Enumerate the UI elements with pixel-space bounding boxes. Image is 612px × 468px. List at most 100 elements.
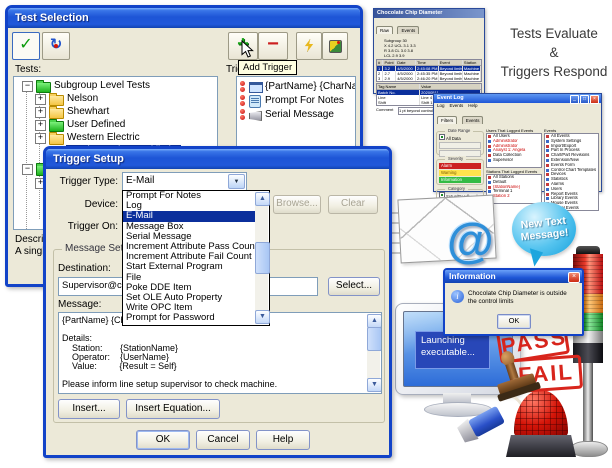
notes-icon	[249, 95, 261, 108]
trigger-setup-titlebar[interactable]: Trigger Setup	[46, 149, 389, 169]
expand-icon[interactable]: +	[35, 94, 46, 105]
trigger-list-item[interactable]: {PartName} {CharName} is	[239, 81, 353, 94]
cancel-button[interactable]: Cancel	[196, 430, 250, 450]
tests-label: Tests:	[15, 64, 41, 75]
dropdown-option[interactable]: Serial Message	[123, 232, 256, 242]
scroll-up-icon[interactable]: ▲	[255, 192, 270, 206]
information-message: Chocolate Chip Diameter is outside the c…	[468, 290, 576, 305]
severity-option[interactable]: Alarm	[439, 163, 481, 169]
dropdown-option[interactable]: Increment Attribute Fail Count	[123, 252, 256, 262]
expand-icon[interactable]: +	[35, 107, 46, 118]
chip-comment-label: Comment	[376, 107, 398, 115]
dropdown-option[interactable]: Set OLE Auto Property	[123, 293, 256, 303]
caption-line: Tests Evaluate	[497, 24, 611, 43]
tree-node-root[interactable]: − Subgroup Level Tests	[14, 80, 214, 93]
dropdown-option[interactable]: Write OPC Item	[123, 303, 256, 313]
severity-option[interactable]: Warning	[439, 170, 481, 176]
stoplight-icon	[239, 109, 246, 121]
dropdown-scrollbar[interactable]: ▲ ▼	[255, 192, 268, 324]
help-button[interactable]: Help	[256, 430, 310, 450]
trigger-type-dropdown: Prompt For NotesLogE-MailMessage BoxSeri…	[122, 190, 270, 326]
serial-plug-icon	[249, 111, 262, 121]
chip-diameter-window: Chocolate Chip Diameter Raw Events Subgr…	[373, 8, 485, 94]
severity-option[interactable]: Information	[439, 177, 481, 183]
refresh-tests-button[interactable]: ↻	[42, 32, 70, 60]
trigger-list-item[interactable]: Serial Message	[239, 109, 353, 122]
scroll-down-icon[interactable]: ▼	[367, 378, 382, 392]
scroll-down-icon[interactable]: ▼	[255, 310, 270, 324]
expand-icon[interactable]: +	[35, 133, 46, 144]
dropdown-option[interactable]: Message Box	[123, 222, 256, 232]
trigger-list-item[interactable]: Prompt For Notes	[239, 95, 353, 108]
chip-table-row[interactable]: 3 2.9 4/5/2000 2:46:20 PM Beyond limits …	[377, 76, 481, 81]
close-icon[interactable]: ×	[568, 272, 580, 283]
close-icon[interactable]: ×	[590, 95, 599, 104]
insert-button[interactable]: Insert...	[58, 399, 120, 419]
trigger-tool-button-1[interactable]	[296, 32, 322, 60]
dropdown-option[interactable]: Log	[123, 201, 256, 211]
stack-light-pole	[583, 363, 593, 441]
tree-node-western-electric[interactable]: + Western Electric	[14, 132, 214, 145]
stations-panel-label: Stations That Logged Events	[486, 169, 542, 174]
trigger-setup-dialog: Trigger Setup Trigger Type: E-Mail ▼ Dev…	[43, 146, 392, 458]
dropdown-option[interactable]: Poke DDE Item	[123, 283, 256, 293]
scrollbar-thumb[interactable]	[367, 327, 382, 351]
select-button[interactable]: Select...	[328, 277, 380, 296]
maximize-icon[interactable]: □	[580, 95, 589, 104]
expand-icon[interactable]: +	[35, 120, 46, 131]
clear-button[interactable]: Clear	[328, 195, 378, 214]
information-titlebar[interactable]: Information	[445, 270, 582, 283]
chevron-down-icon[interactable]: ▼	[228, 174, 245, 189]
tree-node-user-defined[interactable]: + User Defined	[14, 119, 214, 132]
collapse-icon[interactable]: −	[22, 164, 33, 175]
dropdown-option[interactable]: Increment Attribute Pass Count	[123, 242, 256, 252]
tree-node-nelson[interactable]: + Nelson	[14, 93, 214, 106]
scroll-up-icon[interactable]: ▲	[367, 314, 382, 328]
insert-equation-button[interactable]: Insert Equation...	[126, 399, 220, 419]
trigger-tool-button-2[interactable]	[322, 32, 348, 60]
chip-stats: Subgroup 30X 4.2 UCL 3.1 3.3R 3.8 CL 3.0…	[376, 37, 482, 59]
user-item[interactable]: Supervisor	[487, 158, 541, 163]
test-selection-titlebar[interactable]: Test Selection	[8, 8, 360, 28]
add-trigger-tooltip: Add Trigger	[238, 60, 297, 75]
scrollbar-thumb[interactable]	[255, 242, 270, 274]
information-ok-button[interactable]: OK	[497, 314, 531, 329]
stack-light-cap	[576, 246, 600, 254]
all-data-checkbox[interactable]: All Data	[437, 132, 483, 141]
dropdown-option[interactable]: File	[123, 273, 256, 283]
stoplight-icon	[239, 95, 246, 107]
event-log-tab-filters[interactable]: Filters	[437, 116, 457, 124]
stack-light-base	[570, 441, 608, 457]
at-symbol-icon: @	[447, 214, 494, 269]
date-from-field[interactable]	[439, 142, 481, 149]
remove-trigger-button[interactable]: −	[258, 32, 288, 60]
browse-button[interactable]: Browse...	[273, 195, 321, 214]
ok-button[interactable]: OK	[136, 430, 190, 450]
lightning-icon	[303, 39, 315, 52]
chip-tab-events[interactable]: Events	[397, 26, 419, 34]
message-line	[62, 371, 365, 380]
accept-tests-button[interactable]: ✓	[12, 32, 40, 60]
screenshot-canvas: Tests Evaluate & Triggers Respond Chocol…	[0, 0, 612, 468]
speech-bubble: New Text Message!	[512, 202, 576, 256]
launching-line: executable...	[421, 347, 489, 359]
date-range-group: Date Range All Data	[436, 131, 484, 155]
dropdown-option[interactable]: Prompt for Password	[123, 313, 256, 323]
chip-tab-raw[interactable]: Raw	[376, 26, 393, 34]
message-scrollbar[interactable]: ▲ ▼	[367, 314, 380, 392]
message-label: Message:	[58, 299, 101, 310]
dropdown-option[interactable]: E-Mail	[123, 211, 256, 221]
dropdown-option[interactable]: Start External Program	[123, 262, 256, 272]
trigger-type-combobox[interactable]: E-Mail ▼	[122, 172, 247, 191]
chip-window-titlebar[interactable]: Chocolate Chip Diameter	[374, 9, 484, 18]
station-item[interactable]: Station 2	[487, 194, 541, 199]
stoplight-icon	[239, 81, 246, 93]
tree-node-shewhart[interactable]: + Shewhart	[14, 106, 214, 119]
collapse-icon[interactable]: −	[22, 81, 33, 92]
info-icon: i	[451, 290, 464, 303]
event-log-tab-events[interactable]: Events	[462, 116, 484, 124]
minimize-icon[interactable]: _	[570, 95, 579, 104]
device-label: Device:	[54, 199, 118, 210]
trigger-type-label: Trigger Type:	[54, 176, 118, 187]
dropdown-option[interactable]: Prompt For Notes	[123, 191, 256, 201]
